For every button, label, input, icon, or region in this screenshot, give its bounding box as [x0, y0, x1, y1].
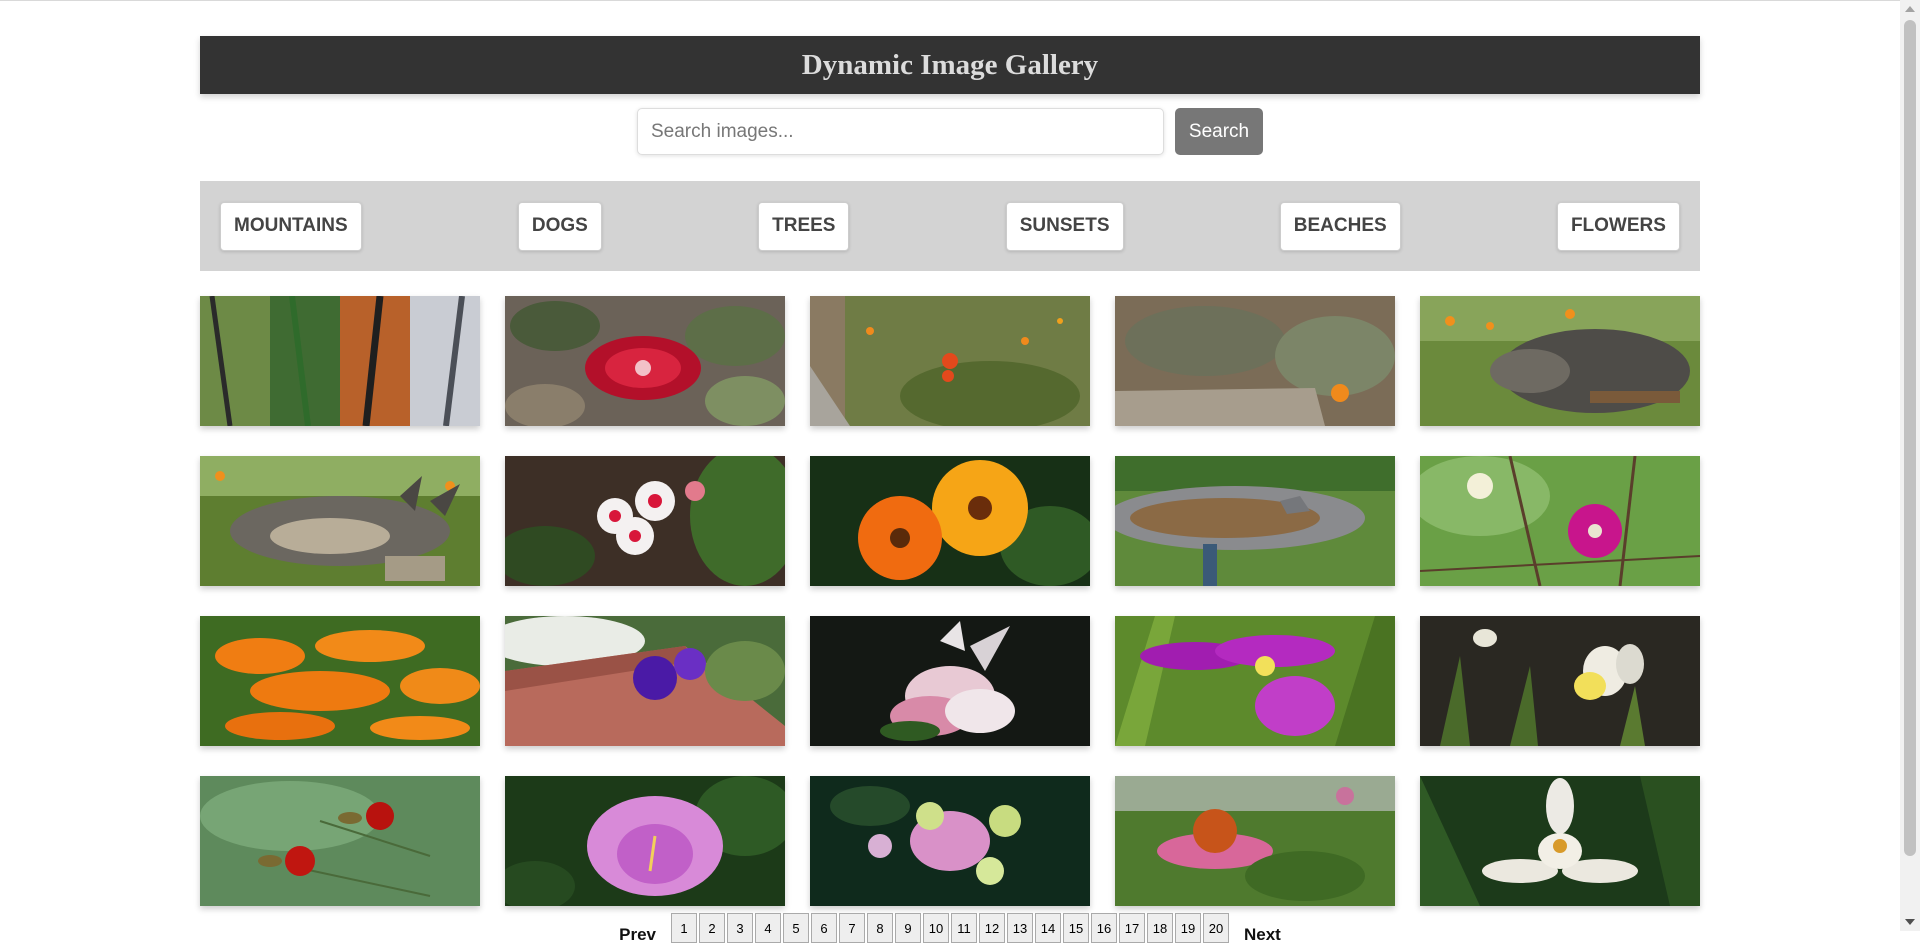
image-dog-garden — [1420, 296, 1700, 426]
gallery-image[interactable] — [200, 776, 480, 906]
scroll-down-arrow-icon[interactable] — [1905, 919, 1915, 925]
image-calendula — [810, 456, 1090, 586]
window-top-border — [0, 0, 1900, 1]
image-dog-lying — [200, 456, 480, 586]
image-pink-white-tulips — [810, 616, 1090, 746]
search-button[interactable]: Search — [1175, 108, 1263, 155]
gallery-image[interactable] — [200, 616, 480, 746]
image-clematis — [1420, 456, 1700, 586]
vertical-scrollbar[interactable] — [1900, 0, 1920, 931]
page-button[interactable]: 6 — [811, 913, 837, 943]
gallery-image[interactable] — [1420, 616, 1700, 746]
gallery-image[interactable] — [505, 776, 785, 906]
image-garden-stakes — [200, 296, 480, 426]
search-bar: Search — [200, 107, 1700, 156]
category-trees-button[interactable]: TREES — [758, 201, 850, 251]
image-grid — [200, 296, 1700, 906]
image-bird-bath — [1115, 456, 1395, 586]
scroll-up-arrow-icon[interactable] — [1905, 6, 1915, 12]
page-button[interactable]: 4 — [755, 913, 781, 943]
gallery-image[interactable] — [505, 456, 785, 586]
page-button[interactable]: 7 — [839, 913, 865, 943]
category-sunsets-button[interactable]: SUNSETS — [1005, 201, 1124, 251]
page-button[interactable]: 17 — [1119, 913, 1145, 943]
page-button[interactable]: 13 — [1007, 913, 1033, 943]
pagination: Prev 1 2 3 4 5 6 7 8 9 10 11 12 13 14 15… — [200, 913, 1700, 945]
gallery-image[interactable] — [810, 616, 1090, 746]
gallery-container: Dynamic Image Gallery Search MOUNTAINS D… — [200, 36, 1700, 906]
page-button[interactable]: 2 — [699, 913, 725, 943]
image-white-orchid — [1420, 776, 1700, 906]
image-petunias — [505, 616, 785, 746]
page-button[interactable]: 12 — [979, 913, 1005, 943]
page-button[interactable]: 10 — [923, 913, 949, 943]
gallery-image[interactable] — [505, 616, 785, 746]
category-mountains-button[interactable]: MOUNTAINS — [220, 201, 362, 251]
scrollbar-thumb[interactable] — [1904, 20, 1916, 856]
gallery-image[interactable] — [1420, 776, 1700, 906]
page-button[interactable]: 20 — [1203, 913, 1229, 943]
image-bougainvillea — [810, 776, 1090, 906]
category-dogs-button[interactable]: DOGS — [517, 201, 602, 251]
image-orange-wildflowers — [810, 296, 1090, 426]
gallery-image[interactable] — [1420, 296, 1700, 426]
page-button[interactable]: 18 — [1147, 913, 1173, 943]
page-button[interactable]: 15 — [1063, 913, 1089, 943]
page-button[interactable]: 8 — [867, 913, 893, 943]
page-title: Dynamic Image Gallery — [200, 36, 1700, 94]
image-coneflower — [1115, 776, 1395, 906]
gallery-image[interactable] — [1115, 616, 1395, 746]
pagination-next[interactable]: Next — [1244, 925, 1281, 945]
gallery-image[interactable] — [200, 296, 480, 426]
gallery-image[interactable] — [810, 776, 1090, 906]
page-button[interactable]: 3 — [727, 913, 753, 943]
image-red-bottlebrush — [505, 296, 785, 426]
page-button[interactable]: 14 — [1035, 913, 1061, 943]
gallery-image[interactable] — [505, 296, 785, 426]
gallery-image[interactable] — [1420, 456, 1700, 586]
search-input[interactable] — [637, 108, 1164, 155]
page-button[interactable]: 5 — [783, 913, 809, 943]
gallery-image[interactable] — [1115, 776, 1395, 906]
image-white-iris — [1420, 616, 1700, 746]
image-red-wildflowers — [200, 776, 480, 906]
page-button[interactable]: 9 — [895, 913, 921, 943]
pagination-prev[interactable]: Prev — [619, 925, 656, 945]
gallery-image[interactable] — [810, 456, 1090, 586]
image-pink-tulip — [505, 776, 785, 906]
image-purple-iris — [1115, 616, 1395, 746]
category-beaches-button[interactable]: BEACHES — [1279, 201, 1401, 251]
page-button[interactable]: 11 — [951, 913, 977, 943]
gallery-image[interactable] — [810, 296, 1090, 426]
page-button[interactable]: 19 — [1175, 913, 1201, 943]
page-button[interactable]: 16 — [1091, 913, 1117, 943]
gallery-image[interactable] — [1115, 456, 1395, 586]
category-flowers-button[interactable]: FLOWERS — [1556, 201, 1680, 251]
gallery-image[interactable] — [200, 456, 480, 586]
image-geraniums — [505, 456, 785, 586]
gallery-image[interactable] — [1115, 296, 1395, 426]
image-garden-ground — [1115, 296, 1395, 426]
category-bar: MOUNTAINS DOGS TREES SUNSETS BEACHES FLO… — [200, 181, 1700, 271]
page-button[interactable]: 1 — [671, 913, 697, 943]
image-butterfly-weed — [200, 616, 480, 746]
